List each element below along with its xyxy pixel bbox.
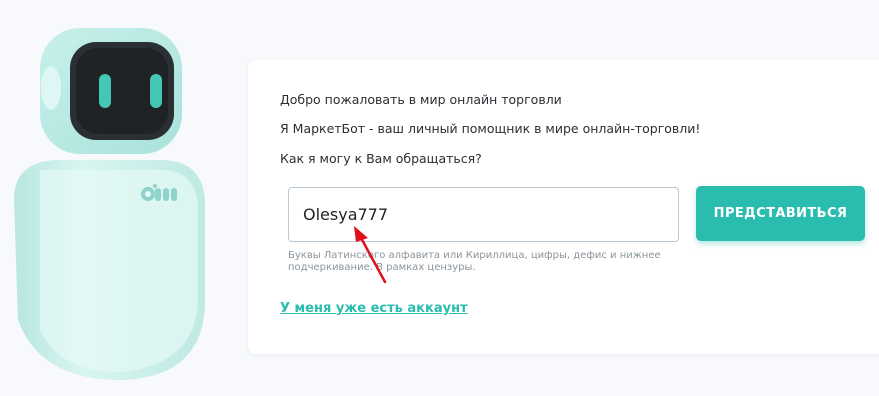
robot-mascot-icon bbox=[0, 0, 215, 396]
question-text: Как я могу к Вам обращаться? bbox=[280, 151, 482, 166]
page: Добро пожаловать в мир онлайн торговли Я… bbox=[0, 0, 879, 396]
arrow-pointer-icon bbox=[354, 226, 387, 284]
welcome-text: Добро пожаловать в мир онлайн торговли bbox=[280, 92, 562, 107]
intro-text: Я МаркетБот - ваш личный помощник в мире… bbox=[280, 121, 701, 136]
welcome-card: Добро пожаловать в мир онлайн торговли Я… bbox=[248, 60, 879, 354]
introduce-button[interactable]: ПРЕДСТАВИТЬСЯ bbox=[696, 186, 865, 241]
existing-account-link[interactable]: У меня уже есть аккаунт bbox=[280, 301, 468, 316]
